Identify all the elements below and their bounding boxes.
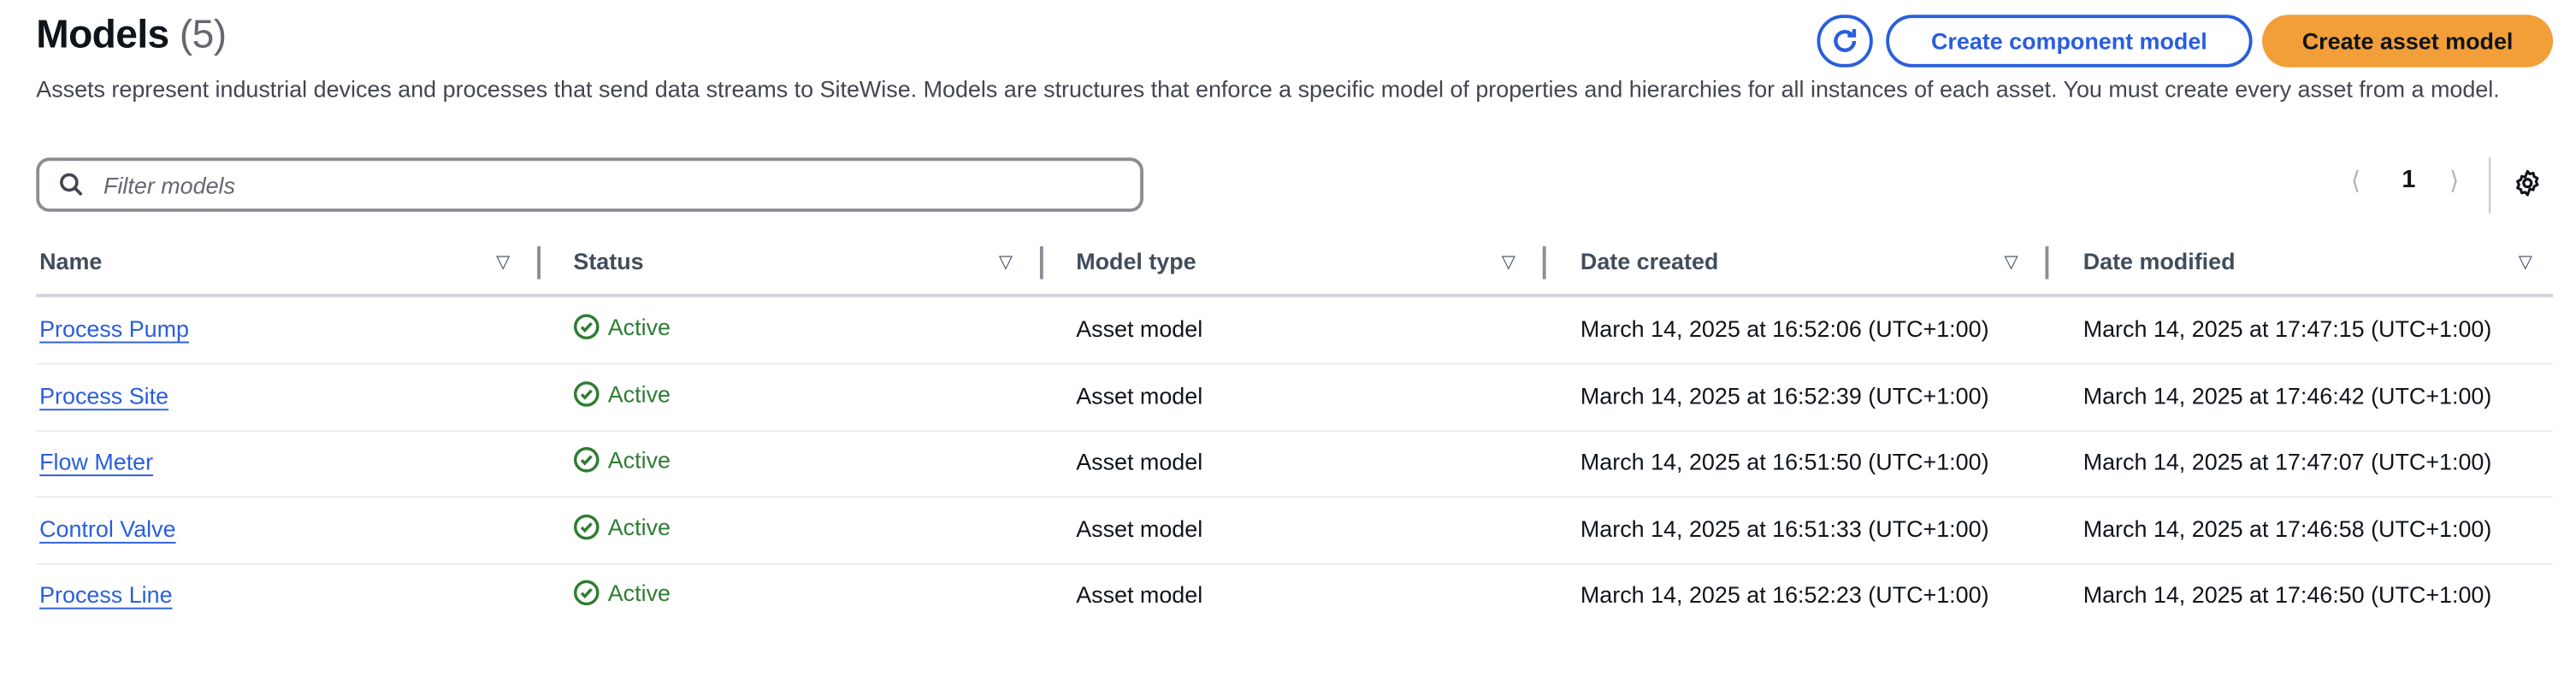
- status-badge: Active: [573, 580, 671, 607]
- model-name-link[interactable]: Process Line: [39, 582, 172, 609]
- next-page-button[interactable]: ⟩: [2449, 166, 2459, 196]
- row-divider: [36, 562, 2554, 565]
- row-divider: [36, 362, 2554, 365]
- status-success-icon: [573, 447, 600, 474]
- page-description: Assets represent industrial devices and …: [36, 75, 2500, 103]
- model-type: Asset model: [1076, 381, 1203, 409]
- header-divider: [36, 293, 2554, 297]
- date-modified: March 14, 2025 at 17:47:15 (UTC+1:00): [2083, 315, 2492, 342]
- model-name-link[interactable]: Control Valve: [39, 515, 175, 542]
- date-modified: March 14, 2025 at 17:47:07 (UTC+1:00): [2083, 448, 2492, 475]
- row-divider: [36, 429, 2554, 432]
- status-text: Active: [607, 580, 671, 607]
- status-badge: Active: [573, 447, 671, 474]
- model-name-link[interactable]: Process Pump: [39, 315, 189, 342]
- sort-icon[interactable]: ▽: [1502, 251, 1515, 273]
- page-number-button[interactable]: 1: [2402, 166, 2415, 194]
- date-modified: March 14, 2025 at 17:46:58 (UTC+1:00): [2083, 515, 2492, 542]
- model-type: Asset model: [1076, 448, 1203, 475]
- pagination-divider: [2489, 157, 2491, 214]
- date-created: March 14, 2025 at 16:52:06 (UTC+1:00): [1580, 315, 1989, 342]
- previous-page-button[interactable]: ⟨: [2351, 166, 2360, 196]
- model-type: Asset model: [1076, 581, 1203, 609]
- refresh-button[interactable]: [1817, 15, 1873, 68]
- column-resizer[interactable]: [2045, 246, 2049, 280]
- column-header-name[interactable]: Name: [39, 248, 102, 274]
- model-name-link[interactable]: Flow Meter: [39, 449, 153, 475]
- date-created: March 14, 2025 at 16:51:50 (UTC+1:00): [1580, 448, 1989, 475]
- search-icon: [60, 173, 83, 197]
- gear-icon: [2516, 169, 2539, 197]
- title-text: Models: [36, 13, 169, 58]
- column-header-date-modified[interactable]: Date modified: [2083, 248, 2236, 274]
- sort-icon[interactable]: ▽: [496, 251, 510, 273]
- model-name-link[interactable]: Process Site: [39, 382, 168, 409]
- create-asset-model-button[interactable]: Create asset model: [2262, 15, 2554, 68]
- filter-models-input[interactable]: [100, 169, 1093, 200]
- filter-models-field[interactable]: [36, 157, 1143, 212]
- model-type: Asset model: [1076, 515, 1203, 542]
- preferences-button[interactable]: [2514, 169, 2542, 205]
- model-count: (5): [179, 13, 227, 58]
- sort-icon[interactable]: ▽: [999, 251, 1013, 273]
- column-header-model-type[interactable]: Model type: [1076, 248, 1196, 274]
- status-success-icon: [573, 314, 600, 340]
- date-created: March 14, 2025 at 16:51:33 (UTC+1:00): [1580, 515, 1989, 542]
- column-resizer[interactable]: [537, 246, 541, 280]
- status-badge: Active: [573, 380, 671, 407]
- status-text: Active: [607, 446, 671, 474]
- create-component-model-button[interactable]: Create component model: [1886, 15, 2253, 68]
- sort-icon[interactable]: ▽: [2004, 251, 2018, 273]
- status-success-icon: [573, 514, 600, 540]
- page-title: Models (5): [36, 13, 227, 59]
- sort-icon[interactable]: ▽: [2519, 251, 2532, 273]
- column-header-date-created[interactable]: Date created: [1580, 248, 1718, 274]
- date-created: March 14, 2025 at 16:52:23 (UTC+1:00): [1580, 581, 1989, 609]
- date-created: March 14, 2025 at 16:52:39 (UTC+1:00): [1580, 381, 1989, 409]
- status-badge: Active: [573, 314, 671, 340]
- models-page: Models (5) Create component model Create…: [0, 0, 2576, 676]
- status-text: Active: [607, 380, 671, 407]
- column-header-status[interactable]: Status: [573, 248, 643, 274]
- column-resizer[interactable]: [1542, 246, 1546, 280]
- refresh-icon: [1834, 28, 1857, 52]
- status-text: Active: [607, 513, 671, 540]
- column-resizer[interactable]: [1039, 246, 1043, 280]
- date-modified: March 14, 2025 at 17:46:50 (UTC+1:00): [2083, 581, 2492, 609]
- model-type: Asset model: [1076, 315, 1203, 342]
- status-success-icon: [573, 580, 600, 606]
- status-badge: Active: [573, 514, 671, 540]
- row-divider: [36, 496, 2554, 498]
- date-modified: March 14, 2025 at 17:46:42 (UTC+1:00): [2083, 381, 2492, 409]
- status-text: Active: [607, 313, 671, 340]
- status-success-icon: [573, 380, 600, 407]
